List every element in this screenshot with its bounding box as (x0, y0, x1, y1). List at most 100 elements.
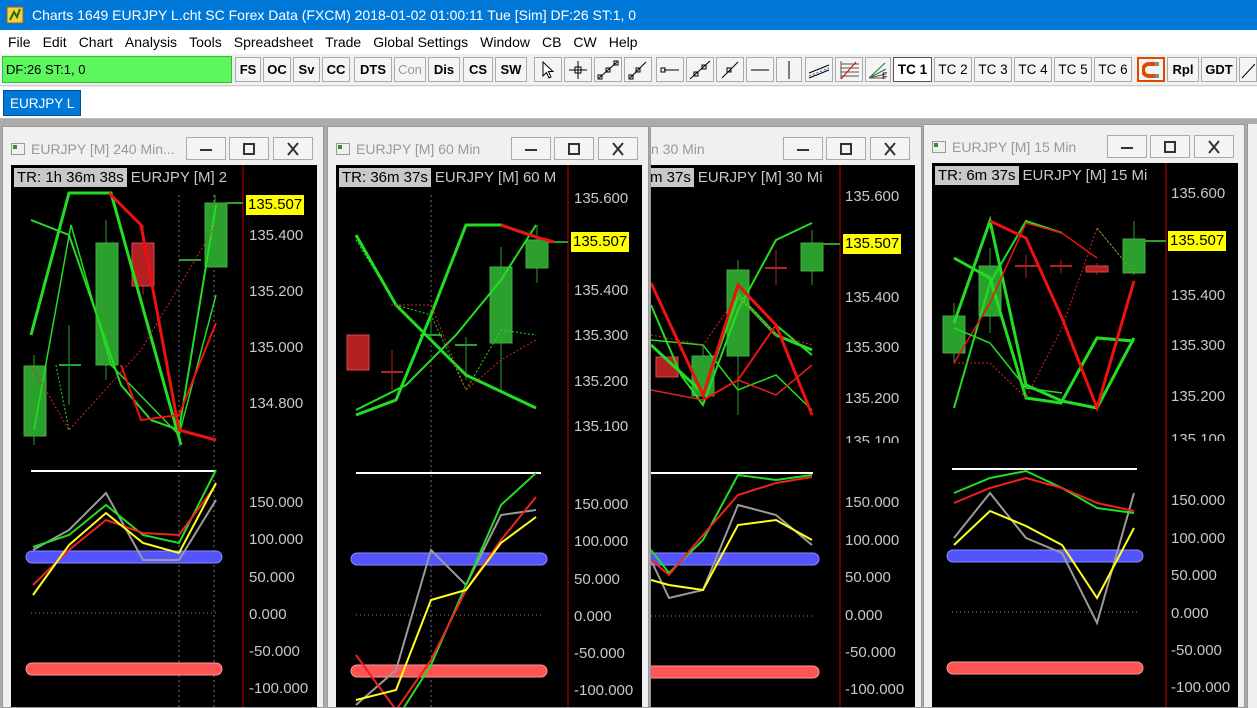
price-tick: 135.100 (845, 433, 900, 443)
menu-edit[interactable]: Edit (37, 34, 73, 50)
chart-area[interactable]: TR: 1h 36m 38s EURJPY [M] 2 135.507 135.… (11, 165, 317, 707)
menu-file[interactable]: File (2, 34, 37, 50)
osc-tick: 100.000 (574, 533, 629, 550)
fib-fan-button[interactable]: F (865, 57, 891, 82)
osc-tick: -50.000 (845, 644, 896, 661)
menu-spreadsheet[interactable]: Spreadsheet (228, 34, 319, 50)
tc1-button[interactable]: TC 1 (893, 57, 932, 82)
chart-window-60min[interactable]: EURJPY [M] 60 Min TR: 36m 37s EURJPY [M]… (327, 126, 649, 708)
overflow-tool-button[interactable] (1239, 57, 1257, 82)
osc-tick: 0.000 (574, 608, 612, 625)
time-remaining-label: TR: 6m 37s EURJPY [M] 15 Mi (935, 165, 1147, 186)
chart-symbol: EURJPY [M] 60 M (434, 169, 557, 186)
close-button[interactable] (1194, 135, 1234, 158)
horizontal-ray-button[interactable] (656, 57, 684, 82)
app-icon (6, 6, 24, 24)
chartbook-tab[interactable]: EURJPY L (3, 90, 82, 116)
chart-window-titlebar[interactable]: n 30 Min (651, 127, 921, 165)
minimize-button[interactable] (783, 137, 823, 160)
osc-tick: -50.000 (1171, 642, 1222, 659)
maximize-icon (568, 142, 580, 155)
time-remaining-label: TR: 1h 36m 38s EURJPY [M] 2 (14, 167, 227, 188)
status-box: DF:26 ST:1, 0 (2, 56, 232, 83)
cs-button[interactable]: CS (463, 57, 493, 82)
tc4-button[interactable]: TC 4 (1014, 57, 1052, 82)
menu-help[interactable]: Help (603, 34, 644, 50)
window-title: Charts 1649 EURJPY L.cht SC Forex Data (… (32, 7, 637, 23)
minimize-button[interactable] (1107, 135, 1147, 158)
maximize-button[interactable] (229, 137, 269, 160)
maximize-button[interactable] (1150, 135, 1190, 158)
chart-window-30min[interactable]: n 30 Min m 37s EURJPY [M] 30 Mi 135.507 … (650, 126, 922, 708)
chart-window-title: EURJPY [M] 60 Min (336, 141, 480, 157)
magnet-button[interactable] (1137, 57, 1165, 82)
oc-button[interactable]: OC (263, 57, 291, 82)
close-button[interactable] (598, 137, 638, 160)
price-overlay-lines (354, 223, 555, 417)
menu-trade[interactable]: Trade (319, 34, 367, 50)
line-tool-button[interactable] (594, 57, 622, 82)
chart-window-240min[interactable]: EURJPY [M] 240 Min... TR: 1h 36m 38s EUR… (2, 126, 324, 708)
chart-area[interactable]: m 37s EURJPY [M] 30 Mi 135.507 135.600 1… (651, 165, 915, 707)
time-remaining: TR: 36m 37s (339, 168, 431, 187)
pointer-tool-button[interactable] (534, 57, 562, 82)
menu-cw[interactable]: CW (567, 34, 602, 50)
segment-tool-button[interactable] (716, 57, 744, 82)
chart-window-title-text: n 30 Min (651, 141, 705, 157)
extended-line-button[interactable] (686, 57, 714, 82)
cc-button[interactable]: CC (322, 57, 350, 82)
current-price-tag: 135.507 (246, 195, 305, 215)
chart-area[interactable]: TR: 6m 37s EURJPY [M] 15 Mi 135.507 135.… (932, 163, 1238, 707)
chart-area[interactable]: TR: 36m 37s EURJPY [M] 60 M 135.507 135.… (336, 165, 642, 707)
gdt-button[interactable]: GDT (1201, 57, 1237, 82)
maximize-button[interactable] (826, 137, 866, 160)
close-button[interactable] (273, 137, 313, 160)
menu-window[interactable]: Window (474, 34, 536, 50)
sv-button[interactable]: Sv (293, 57, 320, 82)
ray-tool-button[interactable] (624, 57, 652, 82)
chart-window-icon (336, 143, 350, 155)
chart-window-title: EURJPY [M] 240 Min... (11, 141, 175, 157)
tc5-button[interactable]: TC 5 (1054, 57, 1092, 82)
menu-cb[interactable]: CB (536, 34, 567, 50)
osc-tick: 150.000 (249, 494, 304, 511)
menu-analysis[interactable]: Analysis (119, 34, 183, 50)
magnet-icon (1142, 61, 1159, 78)
parallel-lines-button[interactable] (805, 57, 833, 82)
chart-window-15min[interactable]: EURJPY [M] 15 Min TR: 6m 37s EURJPY [M] … (923, 124, 1245, 708)
menu-chart[interactable]: Chart (73, 34, 119, 50)
price-tick: 135.400 (1171, 287, 1226, 304)
vertical-line-button[interactable] (776, 57, 802, 82)
rpl-button[interactable]: Rpl (1167, 57, 1199, 82)
chart-window-edge[interactable] (1247, 124, 1257, 708)
horizontal-line-button[interactable] (746, 57, 774, 82)
dis-button[interactable]: Dis (428, 57, 460, 82)
vertical-line-icon (788, 60, 790, 79)
chart-symbol: EURJPY [M] 2 (130, 169, 228, 186)
tc2-button[interactable]: TC 2 (934, 57, 972, 82)
tc6-button[interactable]: TC 6 (1094, 57, 1132, 82)
maximize-button[interactable] (554, 137, 594, 160)
sw-button[interactable]: SW (495, 57, 527, 82)
price-tick: 135.400 (249, 227, 304, 244)
dts-button[interactable]: DTS (354, 57, 392, 82)
crosshair-icon (569, 60, 587, 79)
control-bar: DF:26 ST:1, 0 FS OC Sv CC DTS Con Dis CS… (0, 54, 1257, 86)
minimize-button[interactable] (511, 137, 551, 160)
chart-window-title: n 30 Min (651, 141, 705, 157)
chart-window-titlebar[interactable]: EURJPY [M] 60 Min (328, 127, 648, 165)
osc-tick: -100.000 (574, 682, 634, 699)
fs-button[interactable]: FS (235, 57, 261, 82)
fibonacci-tool-button[interactable] (835, 57, 863, 82)
close-button[interactable] (870, 137, 910, 160)
menu-tools[interactable]: Tools (183, 34, 228, 50)
con-button[interactable]: Con (394, 57, 426, 82)
chart-window-titlebar[interactable]: EURJPY [M] 240 Min... (3, 127, 323, 165)
osc-tick: -100.000 (249, 680, 309, 697)
chart-window-titlebar[interactable]: EURJPY [M] 15 Min (924, 125, 1244, 163)
minimize-button[interactable] (186, 137, 226, 160)
crosshair-tool-button[interactable] (564, 57, 592, 82)
tc3-button[interactable]: TC 3 (974, 57, 1012, 82)
time-remaining: TR: 6m 37s (935, 166, 1019, 185)
menu-global-settings[interactable]: Global Settings (367, 34, 474, 50)
